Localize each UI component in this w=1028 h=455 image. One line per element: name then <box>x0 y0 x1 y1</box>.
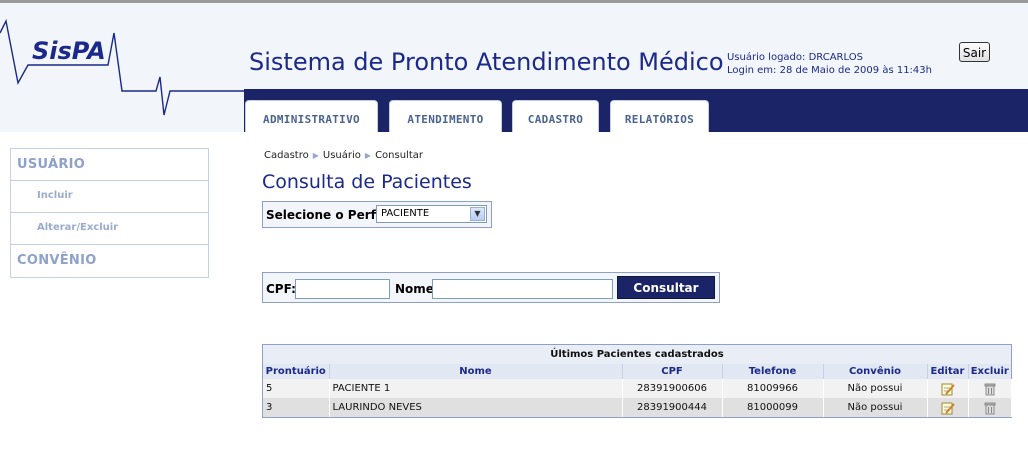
login-time: Login em: 28 de Maio de 2009 às 11:43h <box>727 65 932 76</box>
chevron-down-icon[interactable]: ▼ <box>470 207 485 221</box>
tab-administrativo[interactable]: ADMINISTRATIVO <box>245 100 378 132</box>
patients-table: Prontuário Nome CPF Telefone Convênio Ed… <box>263 364 1012 417</box>
tab-atendimento[interactable]: ATENDIMENTO <box>389 100 502 132</box>
col-cpf: CPF <box>622 364 723 379</box>
profile-select[interactable]: PACIENTE ▼ <box>376 205 487 223</box>
trash-icon[interactable] <box>983 401 997 415</box>
cell-cpf: 28391900606 <box>622 379 723 398</box>
heartbeat-logo-icon <box>0 18 244 116</box>
edit-cell <box>927 379 969 398</box>
col-nome: Nome <box>329 364 623 379</box>
nome-input[interactable] <box>432 279 613 299</box>
edit-icon[interactable] <box>941 382 955 396</box>
table-header-row: Prontuário Nome CPF Telefone Convênio Ed… <box>263 364 1011 379</box>
col-convenio: Convênio <box>823 364 928 379</box>
col-telefone: Telefone <box>722 364 824 379</box>
page-title: Consulta de Pacientes <box>262 171 472 193</box>
sidebar-item-alterar-excluir[interactable]: Alterar/Excluir <box>11 213 208 245</box>
logo-text: SisPA <box>32 37 106 65</box>
breadcrumb-cadastro[interactable]: Cadastro <box>264 150 309 161</box>
cell-nome: PACIENTE 1 <box>329 379 623 398</box>
logo: SisPA <box>0 3 244 132</box>
cpf-label: CPF: <box>266 282 296 296</box>
consultar-button[interactable]: Consultar <box>617 276 715 299</box>
cell-telefone: 81000099 <box>722 398 824 417</box>
cell-prontuario: 3 <box>263 398 330 417</box>
cell-convenio: Não possui <box>823 379 928 398</box>
user-info: Usuário logado: DRCARLOS Login em: 28 de… <box>727 51 932 77</box>
logout-button[interactable]: Sair <box>959 42 990 62</box>
sidebar-item-usuario[interactable]: USUÁRIO <box>11 149 208 181</box>
cell-nome: LAURINDO NEVES <box>329 398 623 417</box>
app-title: Sistema de Pronto Atendimento Médico <box>249 48 724 76</box>
col-editar: Editar <box>927 364 969 379</box>
breadcrumb-arrow-icon: ▶ <box>312 151 319 160</box>
cell-cpf: 28391900444 <box>622 398 723 417</box>
trash-icon[interactable] <box>983 382 997 396</box>
edit-cell <box>927 398 969 417</box>
delete-cell <box>968 379 1012 398</box>
table-row: 3 LAURINDO NEVES 28391900444 81000099 Nã… <box>263 398 1012 417</box>
sidebar: USUÁRIO Incluir Alterar/Excluir CONVÊNIO <box>10 148 209 278</box>
profile-select-value: PACIENTE <box>381 208 430 219</box>
profile-label: Selecione o Perfil <box>266 208 384 222</box>
breadcrumb: Cadastro ▶ Usuário ▶ Consultar <box>264 150 423 161</box>
sidebar-item-incluir[interactable]: Incluir <box>11 181 208 213</box>
tab-cadastro[interactable]: CADASTRO <box>512 100 599 132</box>
cell-telefone: 81009966 <box>722 379 824 398</box>
sidebar-item-convenio[interactable]: CONVÊNIO <box>11 245 208 277</box>
cell-convenio: Não possui <box>823 398 928 417</box>
col-prontuario: Prontuário <box>263 364 330 379</box>
table-row: 5 PACIENTE 1 28391900606 81009966 Não po… <box>263 379 1012 398</box>
breadcrumb-arrow-icon: ▶ <box>364 151 372 160</box>
col-excluir: Excluir <box>968 364 1011 379</box>
cpf-input[interactable] <box>295 279 390 299</box>
grid-caption: Últimos Pacientes cadastrados <box>263 345 1011 364</box>
patients-grid: Últimos Pacientes cadastrados Prontuário… <box>262 344 1012 418</box>
cell-prontuario: 5 <box>263 379 330 398</box>
delete-cell <box>968 398 1012 417</box>
breadcrumb-usuario[interactable]: Usuário <box>323 150 361 161</box>
logged-user: Usuário logado: DRCARLOS <box>727 52 863 63</box>
nome-label: Nome <box>395 282 434 296</box>
tab-relatorios[interactable]: RELATÓRIOS <box>610 100 709 132</box>
edit-icon[interactable] <box>941 401 955 415</box>
breadcrumb-consultar: Consultar <box>375 150 423 161</box>
